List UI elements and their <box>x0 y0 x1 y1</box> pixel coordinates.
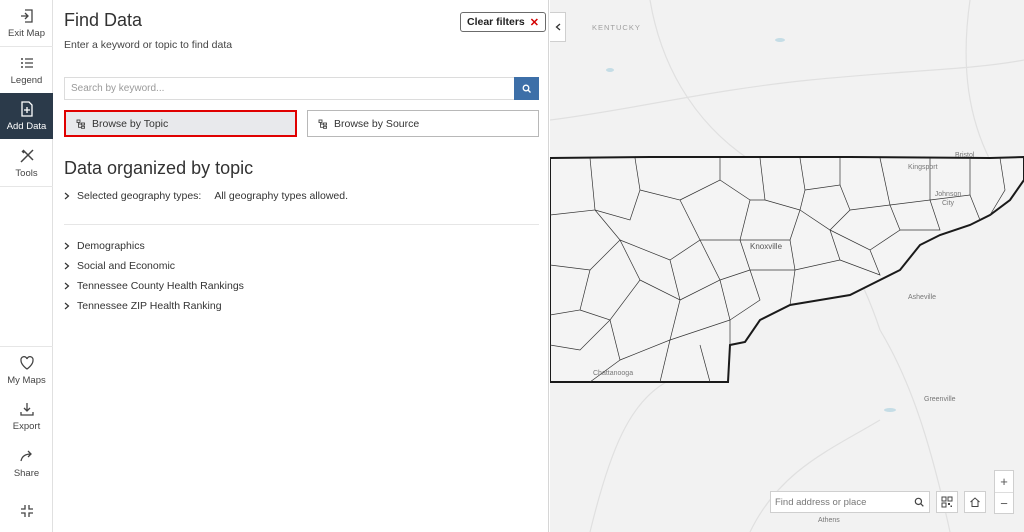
close-icon: ✕ <box>529 16 539 29</box>
search-input[interactable] <box>65 78 515 99</box>
home-icon <box>970 497 980 507</box>
city-label-kingsport: Kingsport <box>908 164 938 171</box>
city-label-knoxville: Knoxville <box>750 242 783 251</box>
download-icon <box>19 402 34 416</box>
topic-label: Demographics <box>77 240 145 252</box>
zoom-out-button[interactable]: − <box>995 493 1013 514</box>
browse-by-topic-label: Browse by Topic <box>92 117 169 130</box>
city-label-bristol: Bristol <box>955 152 975 159</box>
city-label-chattanooga: Chattanooga <box>593 370 634 377</box>
legend-icon <box>20 57 33 68</box>
state-label-kentucky: KENTUCKY <box>592 23 641 32</box>
chevron-left-icon <box>555 23 560 31</box>
add-data-label: Add Data <box>6 120 47 132</box>
share-label: Share <box>13 467 40 479</box>
geography-label: Selected geography types: <box>77 190 202 202</box>
map-canvas <box>550 0 1024 532</box>
find-address-box <box>770 491 930 513</box>
collapse-arrows-icon <box>20 505 33 517</box>
home-button[interactable] <box>964 491 986 513</box>
browse-by-topic-button[interactable]: Browse by Topic <box>64 110 297 137</box>
hierarchy-icon <box>76 119 85 129</box>
tools-icon <box>19 148 34 163</box>
topic-demographics[interactable]: Demographics <box>64 240 145 252</box>
search-icon <box>522 84 531 93</box>
legend-label: Legend <box>10 74 43 86</box>
chevron-right-icon <box>64 302 70 310</box>
chevron-right-icon <box>64 242 70 250</box>
browse-by-source-label: Browse by Source <box>334 117 420 130</box>
find-data-panel: Find Data Enter a keyword or topic to fi… <box>54 0 549 532</box>
topic-label: Social and Economic <box>77 260 176 272</box>
chevron-right-icon <box>64 262 70 270</box>
qr-code-icon <box>941 496 953 508</box>
panel-subtitle: Enter a keyword or topic to find data <box>64 39 233 51</box>
city-label-johnson-city: Johnson City <box>934 191 962 207</box>
hierarchy-icon <box>318 119 327 129</box>
geography-value: All geography types allowed. <box>214 190 349 202</box>
topic-zip-health-ranking[interactable]: Tennessee ZIP Health Ranking <box>64 300 222 312</box>
geography-filter-row[interactable]: Selected geography types: All geography … <box>64 190 348 202</box>
left-rail: Exit Map Legend Add Data Tools My Maps E… <box>0 0 53 532</box>
find-search-button[interactable] <box>909 492 929 512</box>
city-label-greenville: Greenville <box>924 396 956 403</box>
exit-map-button[interactable]: Exit Map <box>0 0 53 46</box>
panel-title: Find Data <box>64 10 143 30</box>
topic-social-economic[interactable]: Social and Economic <box>64 260 175 272</box>
tools-label: Tools <box>15 167 38 179</box>
clear-filters-label: Clear filters <box>467 16 525 28</box>
clear-filters-button[interactable]: Clear filters ✕ <box>460 12 546 32</box>
collapse-panel-toggle[interactable] <box>550 12 566 42</box>
share-button[interactable]: Share <box>0 440 53 486</box>
search-icon <box>914 497 924 507</box>
search-box <box>64 77 539 100</box>
map-view[interactable]: KENTUCKY Bristol Kingsport Johnson City … <box>550 0 1024 532</box>
my-maps-label: My Maps <box>7 374 46 386</box>
chevron-right-icon <box>64 192 70 200</box>
divider <box>64 224 539 225</box>
share-icon <box>19 450 32 461</box>
my-maps-button[interactable]: My Maps <box>0 347 53 393</box>
topic-label: Tennessee ZIP Health Ranking <box>77 300 222 312</box>
city-label-asheville: Asheville <box>908 294 937 301</box>
find-address-input[interactable] <box>771 492 909 512</box>
zoom-in-button[interactable]: + <box>995 471 1013 492</box>
qr-code-button[interactable] <box>936 491 958 513</box>
section-title: Data organized by topic <box>64 158 254 178</box>
tools-button[interactable]: Tools <box>0 140 53 186</box>
add-data-icon <box>20 100 33 117</box>
rail-divider <box>0 186 53 187</box>
browse-by-source-button[interactable]: Browse by Source <box>307 110 539 137</box>
exit-icon <box>20 8 33 23</box>
search-button[interactable] <box>514 77 539 100</box>
topic-county-health-rankings[interactable]: Tennessee County Health Rankings <box>64 280 244 292</box>
chevron-right-icon <box>64 282 70 290</box>
zoom-control: + − <box>994 470 1014 514</box>
add-data-button[interactable]: Add Data <box>0 93 53 139</box>
legend-button[interactable]: Legend <box>0 47 53 93</box>
export-button[interactable]: Export <box>0 393 53 439</box>
collapse-panel-button[interactable] <box>0 488 53 532</box>
heart-icon <box>19 355 34 370</box>
city-label-athens: Athens <box>818 517 840 524</box>
exit-map-label: Exit Map <box>8 27 45 39</box>
topic-label: Tennessee County Health Rankings <box>77 280 244 292</box>
export-label: Export <box>12 420 41 432</box>
